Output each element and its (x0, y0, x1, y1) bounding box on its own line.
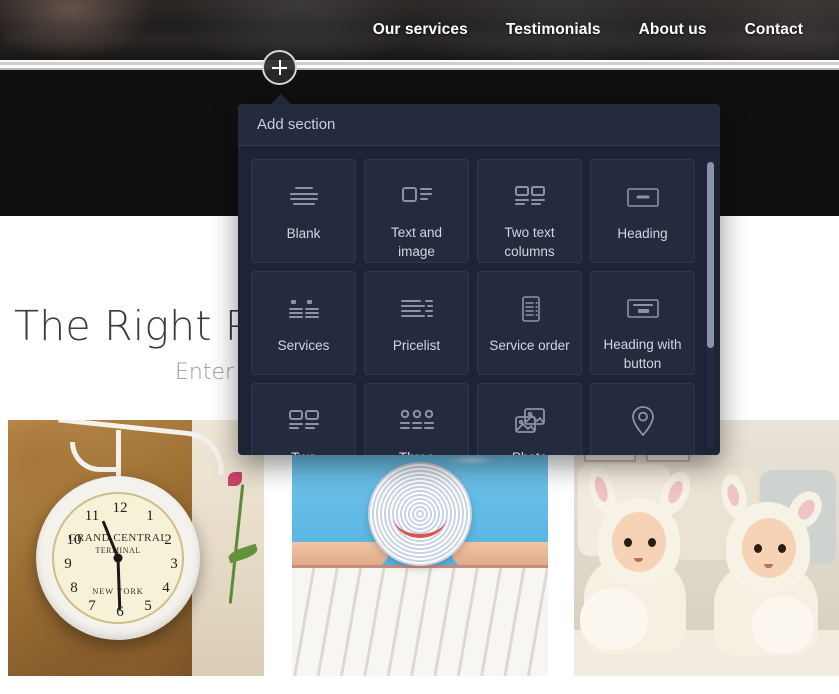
baby-right-eye-right (778, 544, 786, 553)
nav-about-us[interactable]: About us (639, 21, 707, 39)
section-tile-label: Services (277, 338, 330, 353)
page-title: The Right Pl (14, 302, 262, 350)
pricelist-icon (399, 292, 435, 326)
clock-numeral-9: 9 (64, 556, 72, 572)
photo-gallery-icon (512, 404, 548, 438)
lines-icon (287, 180, 321, 214)
panel-title: Add section (257, 116, 336, 133)
gallery-photo-clock[interactable]: GRAND CENTRAL TERMINAL NEW YORK 12 1 2 3… (8, 420, 264, 676)
section-divider-line-secondary (0, 68, 839, 70)
clock-numeral-2: 2 (164, 532, 172, 548)
page-subtitle: Enter (175, 360, 235, 385)
editor-canvas: Our services Testimonials About us Conta… (0, 0, 839, 694)
services-icon (287, 292, 321, 326)
section-tile-pricelist[interactable]: Pricelist (364, 271, 469, 375)
baby-right-ear-left-inner (725, 483, 741, 508)
clock-photo-bracket-rod (116, 430, 121, 482)
clock-numeral-4: 4 (162, 580, 170, 596)
two-boxes-icon (287, 404, 321, 438)
section-tile-service-order[interactable]: Service order (477, 271, 582, 375)
photo-gallery-row: GRAND CENTRAL TERMINAL NEW YORK 12 1 2 3… (0, 420, 839, 694)
panel-body: Blank Text and image Two text columns He… (238, 146, 720, 455)
section-tile-label: Service order (489, 338, 570, 353)
section-tile-map[interactable] (590, 383, 695, 455)
baby-left-eye-left (624, 538, 632, 547)
map-pin-icon (628, 404, 658, 438)
gallery-photo-pool[interactable] (292, 420, 548, 676)
section-tile-photo[interactable]: Photo (477, 383, 582, 455)
clock-numeral-11: 11 (84, 508, 100, 524)
baby-right-plush-toy (752, 596, 814, 654)
section-tile-label: Blank (286, 226, 321, 241)
section-tile-label: Photo (506, 448, 553, 455)
clock-photo-bracket-hook (70, 442, 116, 472)
section-tile-heading-with-button[interactable]: Heading with button (590, 271, 695, 375)
clock-numeral-3: 3 (170, 556, 178, 572)
pool-person-right-arm (452, 542, 548, 566)
clock-numeral-7: 7 (88, 598, 96, 614)
section-tile-three[interactable]: Three (364, 383, 469, 455)
nav-testimonials[interactable]: Testimonials (506, 21, 601, 39)
service-order-icon (513, 292, 547, 326)
clock-center-pin (113, 553, 123, 563)
clock-numeral-12: 12 (112, 500, 128, 516)
nav-our-services[interactable]: Our services (373, 21, 468, 39)
baby-left-eye-right (648, 538, 656, 547)
clock-minute-hand (116, 557, 122, 611)
two-text-columns-icon (513, 180, 547, 213)
section-tile-label: Three (393, 448, 440, 455)
clock-numeral-8: 8 (70, 580, 78, 596)
clock-photo-case: GRAND CENTRAL TERMINAL NEW YORK 12 1 2 3… (36, 476, 200, 640)
baby-left-plush-toy (580, 588, 648, 650)
baby-right-head (742, 518, 796, 578)
section-tile-text-and-image[interactable]: Text and image (364, 159, 469, 263)
panel-scrollbar-thumb[interactable] (707, 162, 714, 348)
baby-right-eye-left (754, 544, 762, 553)
nav-contact[interactable]: Contact (745, 21, 803, 39)
section-divider-line (0, 62, 839, 65)
section-tile-two-text-columns[interactable]: Two text columns (477, 159, 582, 263)
section-tile-two[interactable]: Two (251, 383, 356, 455)
clock-photo-dial: GRAND CENTRAL TERMINAL NEW YORK 12 1 2 3… (52, 492, 184, 624)
section-tile-label: Heading with button (603, 336, 682, 372)
add-section-button[interactable] (262, 50, 297, 85)
pool-wooden-deck (292, 568, 548, 676)
three-boxes-icon (399, 404, 435, 438)
panel-header: Add section (238, 104, 720, 146)
section-tile-grid: Blank Text and image Two text columns He… (251, 159, 695, 455)
clock-photo-flower (228, 472, 242, 486)
pool-sun-hat (368, 462, 472, 566)
section-tile-label: Text and image (390, 224, 443, 260)
add-section-panel: Add section Blank Text and image Two tex… (238, 104, 720, 455)
heading-button-icon (625, 292, 661, 325)
section-tile-label: Two (285, 448, 322, 455)
section-tile-label: Heading (617, 226, 668, 241)
section-tile-services[interactable]: Services (251, 271, 356, 375)
gallery-photo-babies[interactable] (574, 420, 839, 676)
section-tile-blank[interactable]: Blank (251, 159, 356, 263)
section-tile-label: Two text columns (504, 224, 555, 260)
section-tile-heading[interactable]: Heading (590, 159, 695, 263)
clock-numeral-1: 1 (146, 508, 154, 524)
pool-person-left-arm (292, 542, 388, 566)
baby-left-ear-left-inner (592, 475, 611, 504)
baby-left-ear-right-inner (665, 478, 686, 506)
text-and-image-icon (400, 180, 434, 213)
baby-left-head (612, 512, 666, 572)
pool-sun-hat-band (394, 498, 446, 538)
clock-numeral-10: 10 (66, 532, 82, 548)
section-tile-label: Pricelist (392, 338, 441, 353)
clock-numeral-5: 5 (144, 598, 152, 614)
heading-icon (625, 180, 661, 214)
site-navigation: Our services Testimonials About us Conta… (0, 0, 839, 60)
